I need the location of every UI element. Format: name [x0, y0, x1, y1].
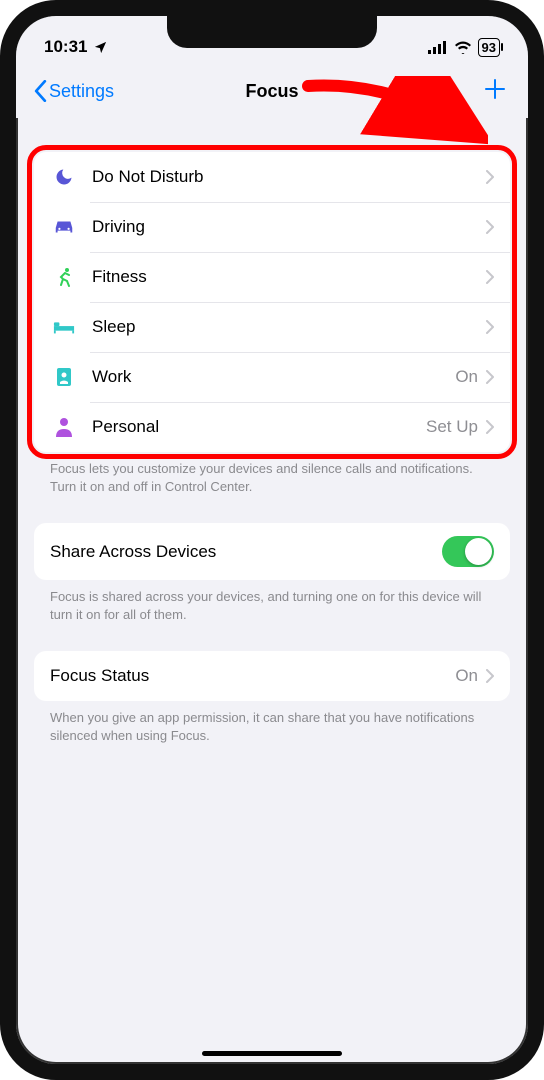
notch — [167, 16, 377, 48]
badge-icon — [50, 367, 78, 387]
bed-icon — [50, 320, 78, 334]
wifi-icon — [454, 41, 472, 54]
row-label: Driving — [92, 217, 486, 237]
chevron-right-icon — [486, 320, 494, 334]
row-label: Fitness — [92, 267, 486, 287]
plus-icon — [484, 78, 506, 100]
focus-status-section: Focus Status On — [34, 651, 510, 701]
focus-footer: Focus lets you customize your devices an… — [34, 452, 510, 495]
focus-row-work[interactable]: Work On — [34, 352, 510, 402]
row-detail: On — [455, 367, 478, 387]
share-across-devices-row[interactable]: Share Across Devices — [34, 523, 510, 580]
add-button[interactable] — [480, 76, 510, 106]
status-footer: When you give an app permission, it can … — [34, 701, 510, 744]
chevron-right-icon — [486, 170, 494, 184]
row-label: Sleep — [92, 317, 486, 337]
location-icon — [93, 40, 108, 55]
focus-status-label: Focus Status — [50, 666, 455, 686]
runner-icon — [50, 267, 78, 287]
chevron-right-icon — [486, 370, 494, 384]
page-title: Focus — [245, 81, 298, 102]
home-indicator[interactable] — [202, 1051, 342, 1056]
back-button[interactable]: Settings — [34, 80, 114, 102]
chevron-right-icon — [486, 270, 494, 284]
focus-status-detail: On — [455, 666, 478, 686]
row-label: Do Not Disturb — [92, 167, 486, 187]
chevron-right-icon — [486, 669, 494, 683]
focus-row-sleep[interactable]: Sleep — [34, 302, 510, 352]
back-label: Settings — [49, 81, 114, 102]
focus-modes-list: Do Not Disturb Driving Fitness Sleep Wor… — [34, 152, 510, 452]
share-section: Share Across Devices — [34, 523, 510, 580]
moon-icon — [50, 167, 78, 187]
share-footer: Focus is shared across your devices, and… — [34, 580, 510, 623]
status-time: 10:31 — [44, 37, 87, 57]
focus-row-fitness[interactable]: Fitness — [34, 252, 510, 302]
focus-status-row[interactable]: Focus Status On — [34, 651, 510, 701]
focus-row-driving[interactable]: Driving — [34, 202, 510, 252]
chevron-left-icon — [34, 80, 47, 102]
focus-row-do-not-disturb[interactable]: Do Not Disturb — [34, 152, 510, 202]
chevron-right-icon — [486, 220, 494, 234]
share-label: Share Across Devices — [50, 542, 442, 562]
chevron-right-icon — [486, 420, 494, 434]
share-toggle[interactable] — [442, 536, 494, 567]
cellular-icon — [428, 41, 448, 54]
car-icon — [50, 219, 78, 235]
focus-row-personal[interactable]: Personal Set Up — [34, 402, 510, 452]
row-detail: Set Up — [426, 417, 478, 437]
person-icon — [50, 417, 78, 437]
nav-bar: Settings Focus — [16, 66, 528, 118]
battery-icon: 93 — [478, 38, 500, 57]
row-label: Work — [92, 367, 455, 387]
row-label: Personal — [92, 417, 426, 437]
